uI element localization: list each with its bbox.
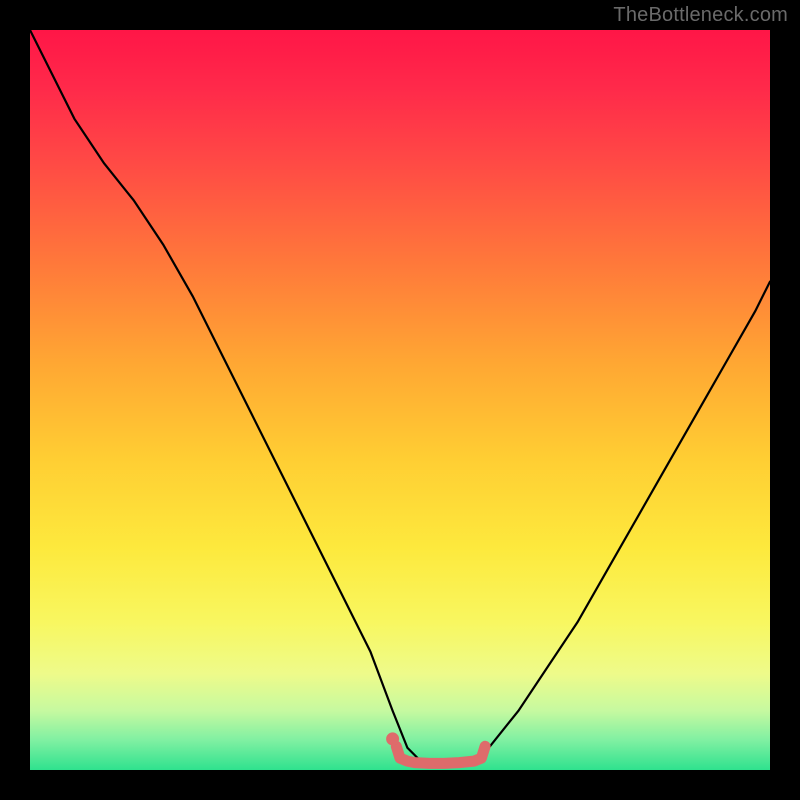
- flat-zone-dot: [386, 732, 399, 745]
- chart-frame: TheBottleneck.com: [0, 0, 800, 800]
- bottleneck-curve: [30, 30, 770, 763]
- watermark-text: TheBottleneck.com: [613, 4, 788, 27]
- plot-area: [30, 30, 770, 770]
- chart-svg: [30, 30, 770, 770]
